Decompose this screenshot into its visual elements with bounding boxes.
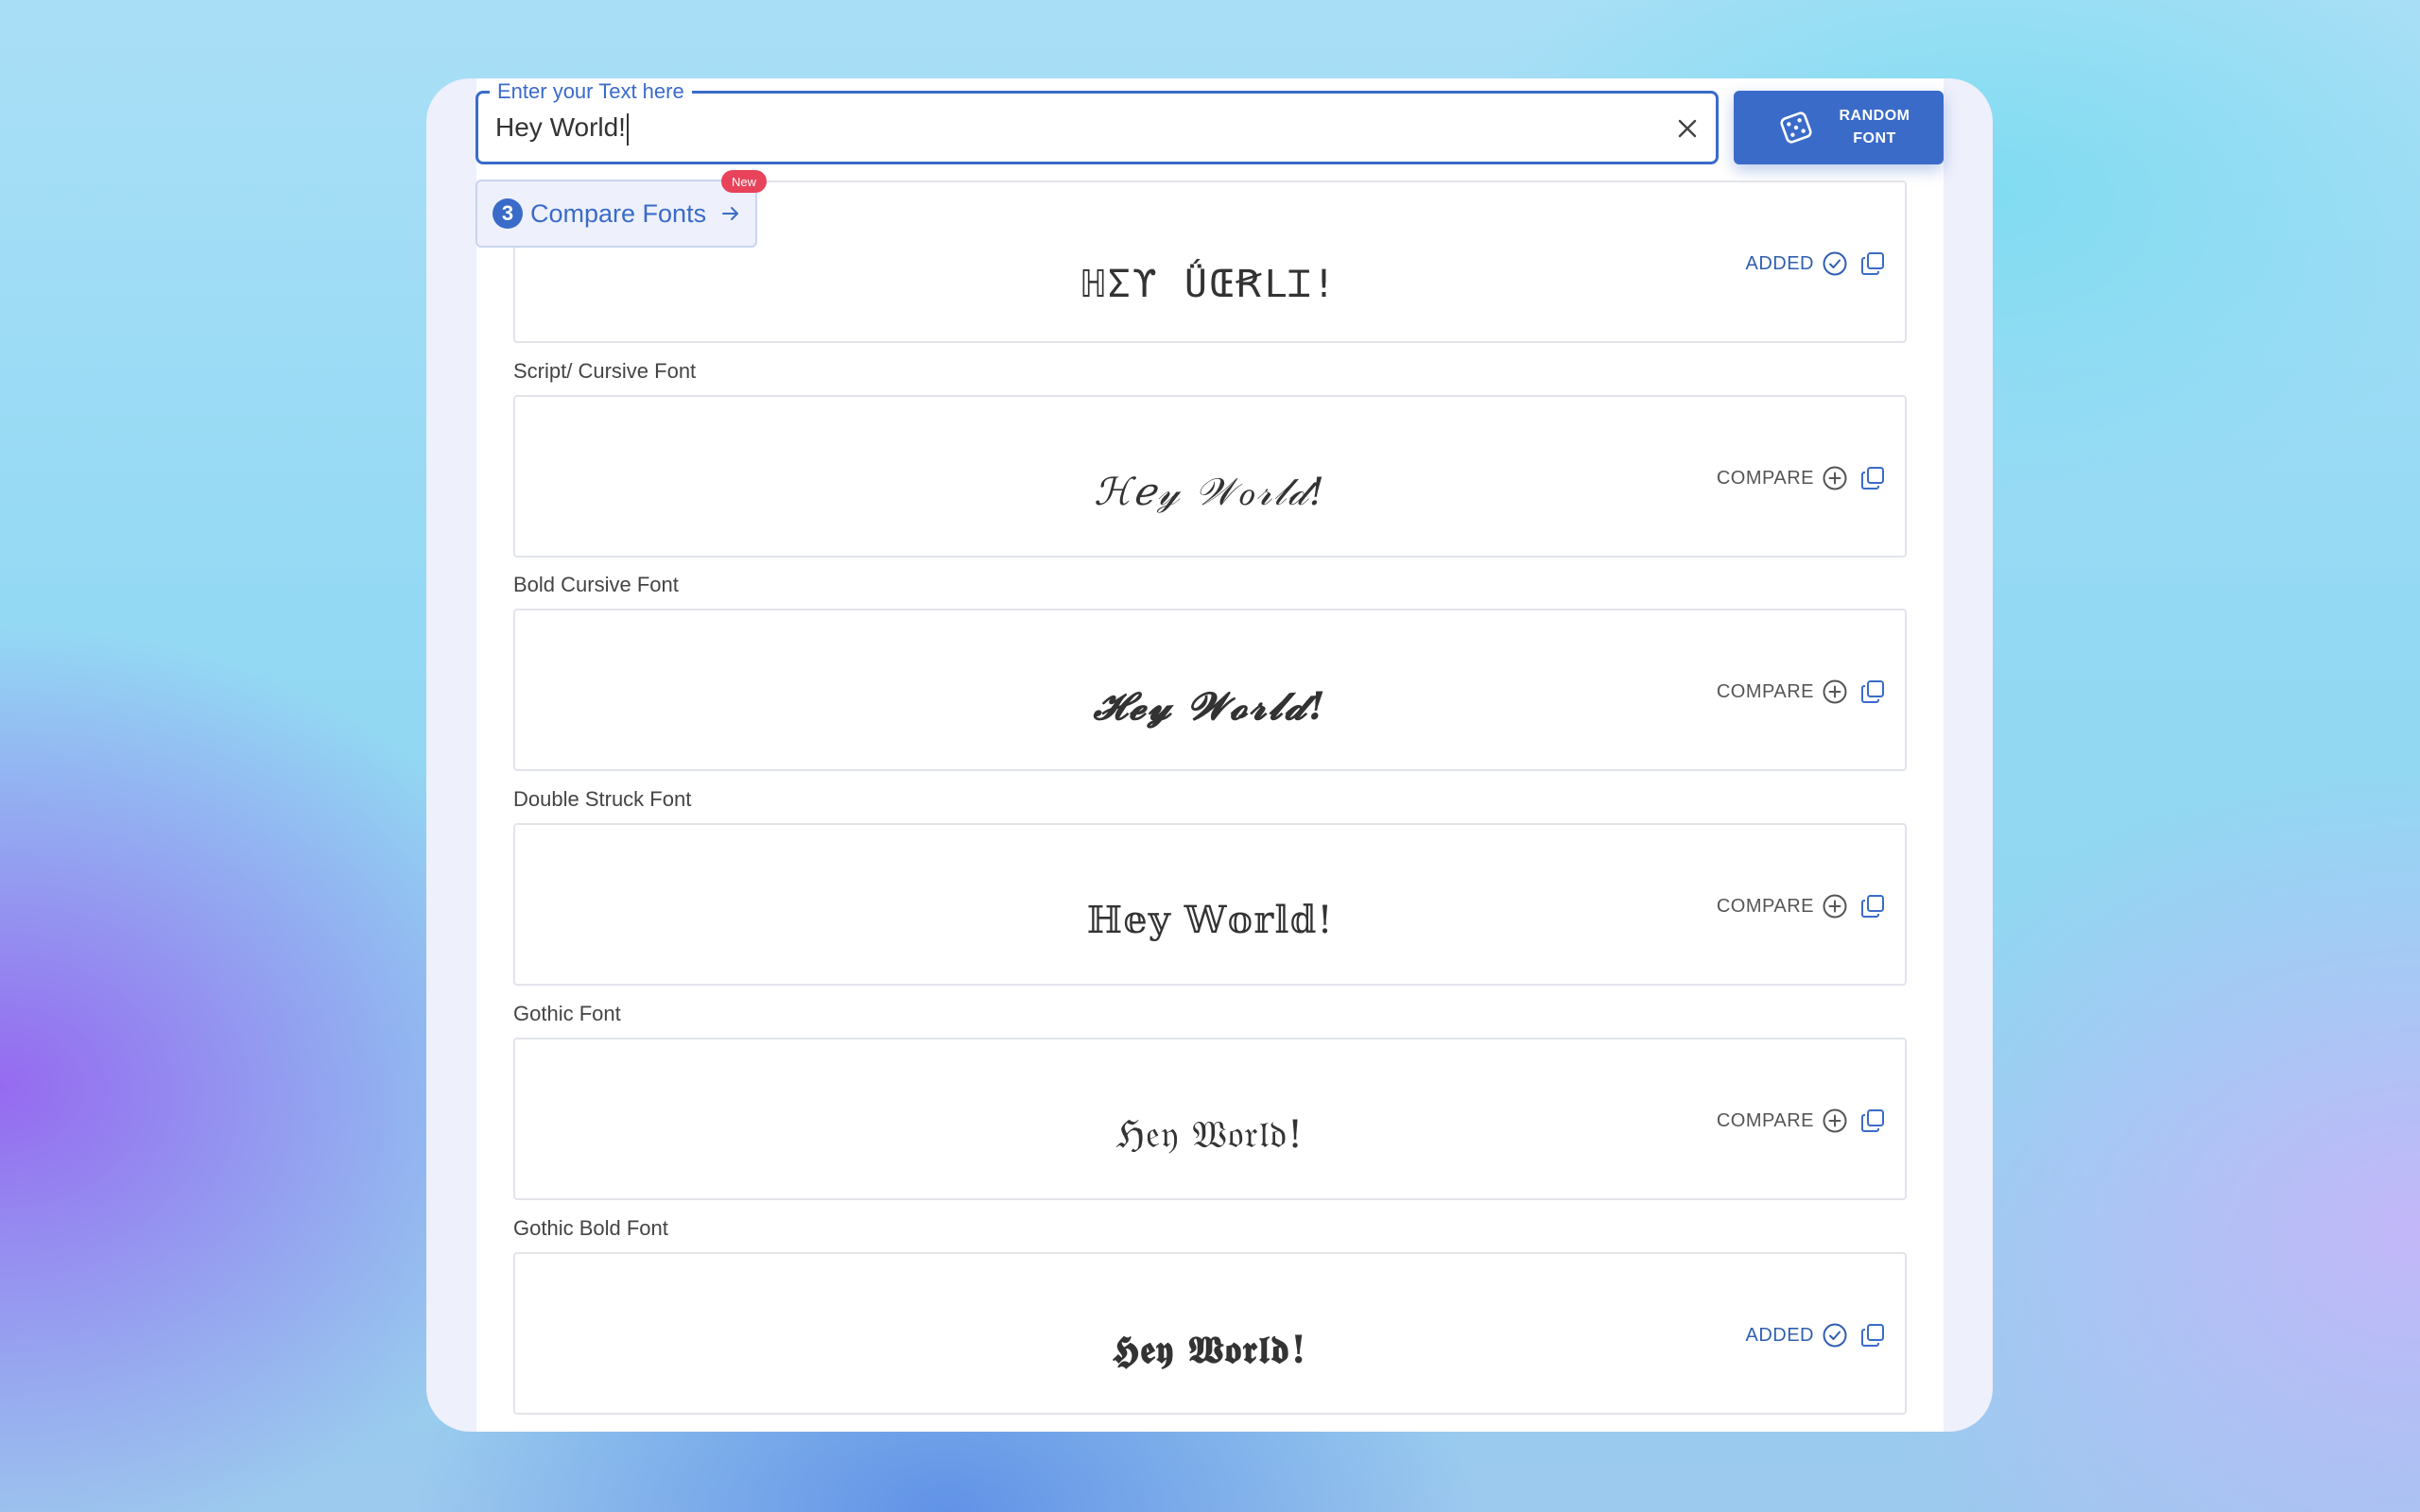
text-caret: [627, 113, 629, 146]
font-title: Script/ Cursive Font: [513, 359, 697, 383]
plus-circle-icon[interactable]: [1822, 465, 1848, 491]
font-card[interactable]: ℌ𝔢𝔶 𝔚𝔬𝔯𝔩𝔡! COMPARE: [513, 1038, 1907, 1200]
copy-icon[interactable]: [1859, 893, 1886, 919]
random-font-button[interactable]: RANDOM FONT: [1734, 91, 1944, 164]
copy-icon[interactable]: [1859, 1108, 1886, 1134]
plus-circle-icon[interactable]: [1822, 893, 1848, 919]
copy-icon[interactable]: [1859, 465, 1886, 491]
copy-icon[interactable]: [1859, 1322, 1886, 1349]
font-actions: COMPARE: [1717, 889, 1886, 923]
font-actions: COMPARE: [1717, 1104, 1886, 1138]
text-input-field[interactable]: Enter your Text here: [475, 80, 1719, 164]
font-sample: ℍ𝕖𝕪 𝕎𝕠𝕣𝕝𝕕!: [1086, 899, 1334, 942]
text-input-label: Enter your Text here: [490, 80, 692, 103]
text-input[interactable]: [495, 107, 1630, 148]
compare-label[interactable]: COMPARE: [1717, 468, 1814, 490]
font-actions: COMPARE: [1717, 675, 1886, 709]
font-actions: COMPARE: [1717, 461, 1886, 495]
compare-label[interactable]: COMPARE: [1717, 1110, 1814, 1132]
font-actions: ADDED: [1745, 1318, 1886, 1352]
plus-circle-icon[interactable]: [1822, 679, 1848, 705]
added-label[interactable]: ADDED: [1745, 253, 1814, 275]
compare-label[interactable]: COMPARE: [1717, 681, 1814, 703]
copy-icon[interactable]: [1859, 250, 1886, 277]
font-sample: 𝕳𝖊𝖞 𝖂𝖔𝖗𝖑𝖉!: [1112, 1328, 1308, 1372]
dice-icon: [1780, 112, 1812, 144]
check-circle-icon[interactable]: [1822, 250, 1848, 277]
font-sample: 𝓗𝓮𝔂 𝓦𝓸𝓻𝓵𝓭!: [1093, 684, 1327, 729]
font-card[interactable]: 𝕳𝖊𝖞 𝖂𝖔𝖗𝖑𝖉! ADDED: [513, 1252, 1907, 1415]
new-badge: New: [721, 170, 767, 193]
check-circle-icon[interactable]: [1822, 1322, 1848, 1349]
compare-label[interactable]: COMPARE: [1717, 896, 1814, 918]
font-sample: ℍΣϒ ǗŒꞦⅬꞮ!: [1081, 263, 1339, 306]
random-font-label: RANDOM FONT: [1839, 108, 1910, 146]
font-title: Gothic Font: [513, 1002, 621, 1025]
copy-icon[interactable]: [1859, 679, 1886, 705]
close-icon: [1678, 119, 1697, 138]
font-sample: ℋℯ𝓎 𝒲ℴ𝓇𝓁𝒹!: [1094, 471, 1326, 514]
font-actions: ADDED: [1745, 247, 1886, 281]
font-card[interactable]: ℍ𝕖𝕪 𝕎𝕠𝕣𝕝𝕕! COMPARE: [513, 823, 1907, 986]
added-label[interactable]: ADDED: [1745, 1325, 1814, 1347]
font-card[interactable]: 𝓗𝓮𝔂 𝓦𝓸𝓻𝓵𝓭! COMPARE: [513, 609, 1907, 771]
font-title: Double Struck Font: [513, 787, 692, 811]
compare-fonts-button[interactable]: 3 Compare Fonts: [475, 180, 757, 248]
arrow-right-icon: [722, 207, 739, 220]
font-title: Gothic Bold Font: [513, 1216, 668, 1240]
font-sample: ℌ𝔢𝔶 𝔚𝔬𝔯𝔩𝔡!: [1115, 1113, 1305, 1157]
compare-count-badge: 3: [493, 198, 523, 229]
plus-circle-icon[interactable]: [1822, 1108, 1848, 1134]
compare-fonts-label: Compare Fonts: [530, 198, 707, 228]
font-title: Bold Cursive Font: [513, 573, 679, 596]
font-card[interactable]: ℋℯ𝓎 𝒲ℴ𝓇𝓁𝒹! COMPARE: [513, 395, 1907, 558]
clear-button[interactable]: [1668, 110, 1706, 147]
